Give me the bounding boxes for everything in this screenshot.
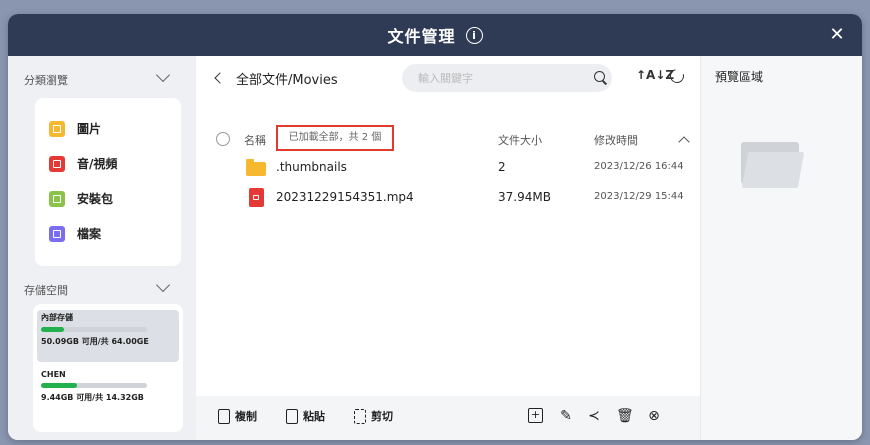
breadcrumb: 全部文件/Movies [236,73,338,88]
copy-button[interactable]: 複制 [218,408,257,424]
sidebar: 分類瀏覽 圖片 音/視頻 安裝包 檔案 存儲空間 內部存儲 50.09GB 可用… [8,56,196,440]
storage-info: 50.09GB 可用/共 64.00GE [41,337,149,346]
column-header-modified[interactable]: 修改時間 [594,132,638,148]
search-input[interactable] [402,64,612,92]
column-header-size[interactable]: 文件大小 [498,132,542,148]
storage-usb-chen[interactable]: CHEN 9.44GB 可用/共 14.32GB [37,368,179,416]
file-size: 2 [498,160,506,174]
storage-list: 內部存儲 50.09GB 可用/共 64.00GE CHEN 9.44GB 可用… [33,304,183,432]
category-packages[interactable]: 安裝包 [49,190,113,207]
close-button[interactable]: ✕ [826,24,848,46]
cut-icon [354,408,366,424]
chevron-up-icon[interactable] [678,136,690,148]
paste-label: 粘貼 [303,410,325,423]
file-row[interactable]: .thumbnails 2 2023/12/26 16:44 [196,156,700,182]
package-icon [49,190,65,207]
back-icon[interactable] [214,72,226,84]
category-documents[interactable]: 檔案 [49,225,101,242]
new-folder-icon[interactable]: + [528,408,543,423]
copy-label: 複制 [235,410,257,423]
preview-title: 預覽區域 [715,70,764,84]
preview-panel: 預覽區域 [700,56,862,440]
storage-section-title: 存儲空間 [24,284,68,297]
storage-usage-bar [41,327,147,332]
loaded-status: 已加載全部，共 2 個 [276,125,394,151]
cut-label: 剪切 [371,410,393,423]
folder-placeholder-icon [741,142,805,188]
document-icon [49,225,65,242]
browse-section-title: 分類瀏覽 [24,74,68,87]
image-icon [49,120,65,137]
action-toolbar: 複制 粘貼 剪切 + ✎ ≺ 🗑 ⊗ [196,396,700,440]
cut-button[interactable]: 剪切 [354,408,393,424]
paste-icon [286,408,298,424]
file-manager-window: 文件管理 i ✕ 分類瀏覽 圖片 音/視頻 安裝包 檔案 存儲空間 內部存儲 5… [8,14,862,440]
storage-name: 內部存儲 [41,313,73,322]
file-modified: 2023/12/26 16:44 [594,161,684,172]
file-modified: 2023/12/29 15:44 [594,191,684,202]
file-size: 37.94MB [498,190,551,204]
copy-icon [218,408,230,424]
chevron-down-icon[interactable] [155,277,171,293]
category-label: 音/視頻 [77,157,118,171]
storage-internal[interactable]: 內部存儲 50.09GB 可用/共 64.00GE [37,310,179,362]
category-label: 檔案 [77,227,102,241]
folder-icon [246,159,266,176]
share-icon[interactable]: ≺ [586,408,602,424]
storage-name: CHEN [41,370,66,379]
select-all-checkbox[interactable] [216,132,230,146]
category-media[interactable]: 音/視頻 [49,155,117,172]
video-file-icon [249,188,264,207]
search-icon[interactable] [594,71,605,82]
storage-usage-bar [41,383,147,388]
storage-info: 9.44GB 可用/共 14.32GB [41,393,144,402]
file-browser: 全部文件/Movies ↑A↓Z 名稱 已加載全部，共 2 個 文件大小 修改時… [196,56,700,440]
sort-icon[interactable]: ↑A↓Z [636,68,674,82]
info-icon[interactable]: i [465,26,483,44]
title-bar: 文件管理 i ✕ [8,14,862,56]
column-header-name[interactable]: 名稱 [244,132,266,148]
paste-button[interactable]: 粘貼 [286,408,325,424]
category-list: 圖片 音/視頻 安裝包 檔案 [35,98,181,266]
file-row[interactable]: 20231229154351.mp4 37.94MB 2023/12/29 15… [196,186,700,212]
window-title: 文件管理 [387,27,456,46]
rename-icon[interactable]: ✎ [558,408,574,424]
chevron-down-icon[interactable] [155,67,171,83]
cancel-icon[interactable]: ⊗ [646,408,662,424]
media-icon [49,155,65,172]
category-label: 圖片 [77,122,102,136]
category-label: 安裝包 [77,192,114,206]
category-images[interactable]: 圖片 [49,120,101,137]
delete-icon[interactable]: 🗑 [616,408,634,424]
file-name: 20231229154351.mp4 [276,190,414,204]
file-name: .thumbnails [276,160,347,174]
